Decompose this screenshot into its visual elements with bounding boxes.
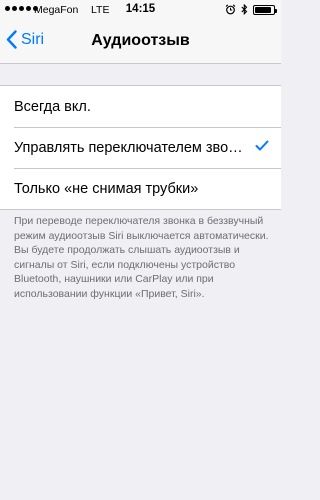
option-label: Всегда вкл.	[14, 98, 91, 115]
footer-description: При переводе переключателя звонка в безз…	[14, 215, 269, 300]
alarm-icon	[225, 4, 236, 15]
option-ring-switch[interactable]: Управлять переключателем звонка	[0, 127, 281, 168]
option-always-on[interactable]: Всегда вкл.	[0, 86, 281, 127]
battery-icon	[253, 4, 277, 15]
option-label: Управлять переключателем звонка	[14, 139, 246, 156]
options-list: Всегда вкл. Управлять переключателем зво…	[0, 85, 281, 210]
status-bar: MegaFon LTE 14:15	[0, 0, 281, 20]
checkmark-icon	[255, 140, 269, 151]
option-label: Только «не снимая трубки»	[14, 180, 199, 197]
bluetooth-icon	[241, 4, 248, 15]
option-hands-free-only[interactable]: Только «не снимая трубки»	[0, 168, 281, 209]
navigation-bar: Siri Аудиоотзыв	[0, 20, 281, 64]
page-title: Аудиоотзыв	[91, 32, 190, 49]
